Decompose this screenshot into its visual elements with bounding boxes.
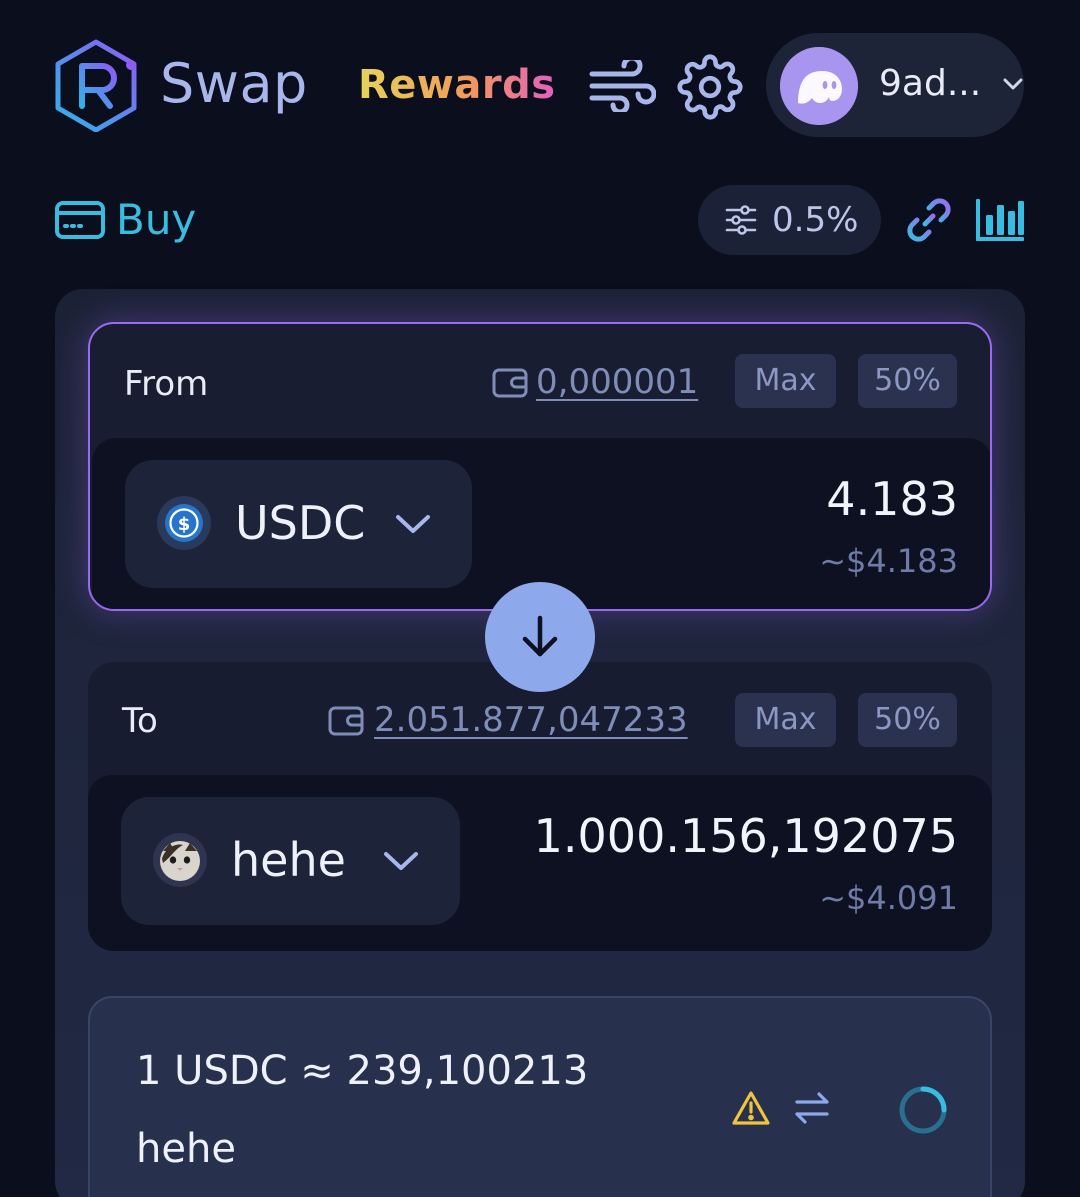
to-half-button[interactable]: 50% — [858, 693, 957, 747]
to-label: To — [122, 701, 158, 741]
slippage-button[interactable]: 0.5% — [698, 185, 881, 255]
to-max-button[interactable]: Max — [735, 693, 836, 747]
chevron-down-icon — [1003, 78, 1023, 90]
app-brand[interactable]: Swap — [160, 52, 308, 115]
from-usd-value: ~$4.183 — [819, 542, 958, 580]
to-token-name: hehe — [231, 833, 346, 887]
wind-icon[interactable] — [588, 60, 656, 112]
spinner-icon — [899, 1086, 947, 1134]
to-panel: To 2.051.877,047233 Max 50% hehe 1.000.1… — [88, 662, 992, 951]
price-info-panel: 1 USDC ≈ 239,100213 hehe — [88, 996, 992, 1197]
to-usd-value: ~$4.091 — [819, 879, 958, 917]
from-token-name: USDC — [235, 496, 366, 550]
warning-icon[interactable] — [731, 1090, 771, 1126]
slippage-value: 0.5% — [772, 200, 859, 240]
to-balance-link[interactable]: 2.051.877,047233 — [374, 700, 688, 740]
arrow-down-icon — [522, 615, 558, 657]
raydium-logo-icon[interactable] — [52, 38, 140, 132]
to-amount-output: 1.000.156,192075 — [533, 809, 958, 863]
buy-button[interactable]: Buy — [116, 195, 196, 244]
wallet-icon — [328, 706, 364, 736]
svg-text:$: $ — [178, 514, 191, 535]
from-balance-link[interactable]: 0,000001 — [536, 362, 698, 402]
exchange-rate: 1 USDC ≈ 239,100213 — [136, 1048, 589, 1094]
ghost-avatar-icon — [780, 47, 858, 125]
chevron-down-icon — [384, 852, 418, 870]
link-icon[interactable] — [904, 195, 954, 245]
cat-token-icon — [153, 833, 207, 887]
from-label: From — [124, 364, 209, 404]
bar-chart-icon[interactable] — [974, 197, 1026, 243]
chevron-down-icon — [396, 515, 430, 533]
swap-direction-button[interactable] — [485, 582, 595, 692]
wallet-icon — [492, 368, 528, 398]
rewards-link[interactable]: Rewards — [358, 62, 556, 108]
sliders-icon — [725, 205, 757, 235]
from-token-select[interactable]: $ USDC — [125, 460, 472, 588]
to-input-area[interactable]: hehe 1.000.156,192075 ~$4.091 — [88, 775, 992, 951]
gear-icon[interactable] — [676, 54, 744, 120]
to-token-select[interactable]: hehe — [121, 797, 460, 925]
credit-card-icon[interactable] — [54, 200, 106, 240]
swap-arrows-icon[interactable] — [794, 1091, 830, 1125]
exchange-rate-token: hehe — [136, 1126, 236, 1172]
wallet-address: 9ad... — [879, 63, 982, 104]
from-half-button[interactable]: 50% — [858, 354, 957, 408]
wallet-button[interactable]: 9ad... — [766, 33, 1024, 137]
from-panel: From 0,000001 Max 50% $ USDC 4.183 ~$4.1… — [88, 322, 992, 611]
usdc-token-icon: $ — [157, 496, 211, 550]
from-amount-input[interactable]: 4.183 — [826, 472, 958, 526]
from-max-button[interactable]: Max — [735, 354, 836, 408]
